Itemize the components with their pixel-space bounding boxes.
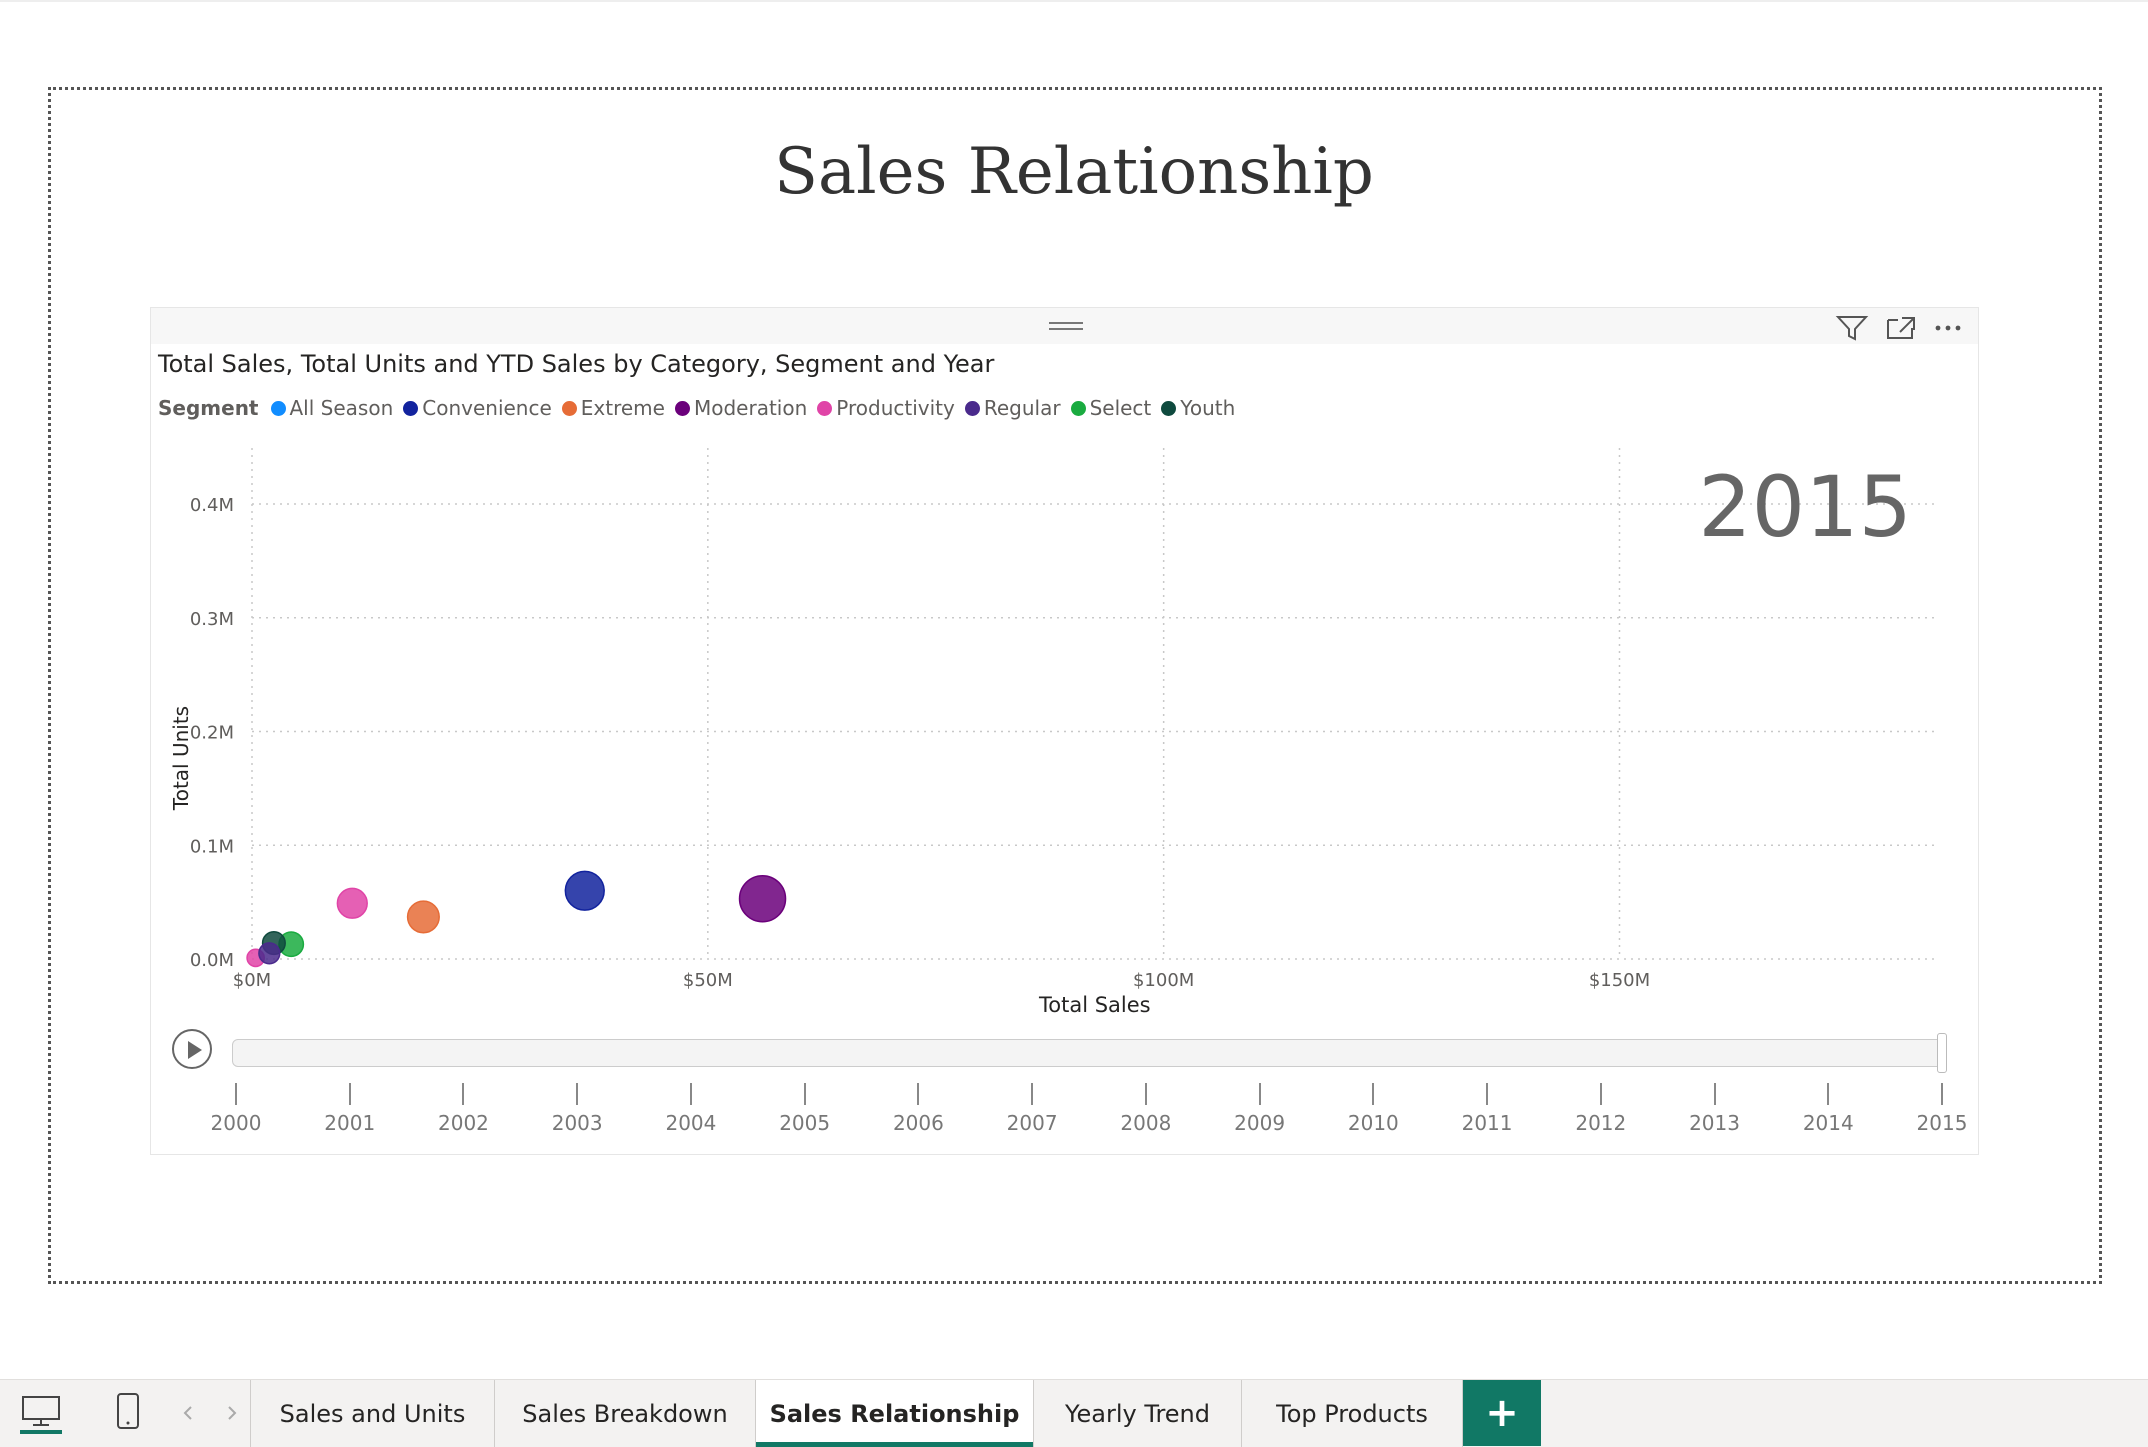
play-axis-tick bbox=[1599, 1083, 1602, 1105]
scatter-visual[interactable]: Total Sales, Total Units and YTD Sales b… bbox=[150, 307, 1979, 1155]
tab-sales-breakdown[interactable]: Sales Breakdown bbox=[494, 1380, 755, 1447]
tab-label: Sales Breakdown bbox=[522, 1399, 728, 1428]
x-tick-label: $0M bbox=[233, 970, 271, 991]
play-axis-tick bbox=[1031, 1083, 1034, 1105]
play-axis-tick bbox=[1486, 1083, 1489, 1105]
tab-yearly-trend[interactable]: Yearly Trend bbox=[1033, 1380, 1241, 1447]
bubble-productivity bbox=[336, 887, 368, 919]
play-axis-tick bbox=[917, 1083, 920, 1105]
bubble-convenience bbox=[564, 870, 605, 911]
bubble-moderation bbox=[738, 874, 787, 923]
page-tab-bar: Sales and Units Sales Breakdown Sales Re… bbox=[0, 1379, 2148, 1447]
play-axis-year-2013[interactable]: 2013 bbox=[1689, 1111, 1740, 1135]
play-axis-year-2009[interactable]: 2009 bbox=[1234, 1111, 1285, 1135]
play-axis-tick bbox=[803, 1083, 806, 1105]
play-axis-tick bbox=[576, 1083, 579, 1105]
play-axis-year-label: 2015 bbox=[1698, 458, 1912, 556]
play-axis-year-2014[interactable]: 2014 bbox=[1803, 1111, 1854, 1135]
x-tick-label: $150M bbox=[1589, 970, 1650, 991]
play-axis-year-2003[interactable]: 2003 bbox=[552, 1111, 603, 1135]
play-axis-year-2006[interactable]: 2006 bbox=[893, 1111, 944, 1135]
play-axis-year-2015[interactable]: 2015 bbox=[1917, 1111, 1968, 1135]
y-axis-title: Total Units bbox=[169, 705, 193, 811]
plus-icon: + bbox=[1485, 1390, 1519, 1436]
tab-label: Yearly Trend bbox=[1065, 1399, 1210, 1428]
play-axis-tick bbox=[1713, 1083, 1716, 1105]
play-axis-tick bbox=[462, 1083, 465, 1105]
y-tick-label: 0.0M bbox=[190, 950, 234, 971]
tab-label: Top Products bbox=[1276, 1399, 1428, 1428]
scatter-chart: 0.0M 0.1M 0.2M 0.3M 0.4M $0M $50M $100M $150M bbox=[190, 448, 1934, 991]
x-tick-label: $100M bbox=[1133, 970, 1194, 991]
y-tick-label: 0.3M bbox=[190, 609, 234, 630]
page-title-text: Sales Relationship bbox=[774, 135, 1374, 209]
desktop-layout-icon[interactable] bbox=[20, 1394, 62, 1438]
play-axis-tick bbox=[235, 1083, 237, 1105]
y-tick-label: 0.2M bbox=[190, 723, 234, 744]
tab-sales-relationship[interactable]: Sales Relationship bbox=[755, 1380, 1033, 1447]
bubble-regular bbox=[258, 942, 281, 965]
play-axis-tick bbox=[1144, 1083, 1147, 1105]
play-axis-year-2011[interactable]: 2011 bbox=[1462, 1111, 1513, 1135]
play-axis-year-2007[interactable]: 2007 bbox=[1007, 1111, 1058, 1135]
play-axis-year-2008[interactable]: 2008 bbox=[1120, 1111, 1171, 1135]
play-axis-thumb[interactable] bbox=[1937, 1033, 1947, 1073]
play-axis-year-2012[interactable]: 2012 bbox=[1575, 1111, 1626, 1135]
tab-sales-and-units[interactable]: Sales and Units bbox=[250, 1380, 494, 1447]
play-button[interactable] bbox=[172, 1029, 212, 1069]
play-axis-tick bbox=[348, 1083, 351, 1105]
play-axis-year-2001[interactable]: 2001 bbox=[324, 1111, 375, 1135]
scroll-left-icon[interactable] bbox=[182, 1404, 194, 1426]
play-axis-year-2004[interactable]: 2004 bbox=[665, 1111, 716, 1135]
page-title[interactable]: Sales Relationship bbox=[0, 135, 2148, 209]
play-axis-tick bbox=[1941, 1083, 1943, 1105]
tab-label: Sales Relationship bbox=[769, 1399, 1020, 1428]
play-icon bbox=[188, 1041, 202, 1059]
top-border bbox=[0, 0, 2148, 2]
play-axis-tick bbox=[1827, 1083, 1830, 1105]
scroll-right-icon[interactable] bbox=[226, 1404, 238, 1426]
play-axis-year-2005[interactable]: 2005 bbox=[779, 1111, 830, 1135]
x-tick-label: $50M bbox=[683, 970, 733, 991]
y-tick-label: 0.4M bbox=[190, 495, 234, 516]
play-axis-year-2010[interactable]: 2010 bbox=[1348, 1111, 1399, 1135]
play-axis-tick bbox=[1258, 1083, 1261, 1105]
tab-label: Sales and Units bbox=[279, 1399, 466, 1428]
play-axis-track[interactable] bbox=[232, 1039, 1944, 1067]
play-axis-year-2000[interactable]: 2000 bbox=[211, 1111, 262, 1135]
play-axis-year-2002[interactable]: 2002 bbox=[438, 1111, 489, 1135]
add-page-button[interactable]: + bbox=[1463, 1380, 1541, 1446]
tab-top-products[interactable]: Top Products bbox=[1241, 1380, 1463, 1447]
y-tick-label: 0.1M bbox=[190, 836, 234, 857]
play-axis-tick bbox=[1372, 1083, 1375, 1105]
mobile-layout-icon[interactable] bbox=[116, 1392, 140, 1436]
x-axis-title: Total Sales bbox=[1039, 993, 1151, 1017]
play-axis-tick bbox=[689, 1083, 692, 1105]
bubble-extreme bbox=[406, 900, 440, 934]
